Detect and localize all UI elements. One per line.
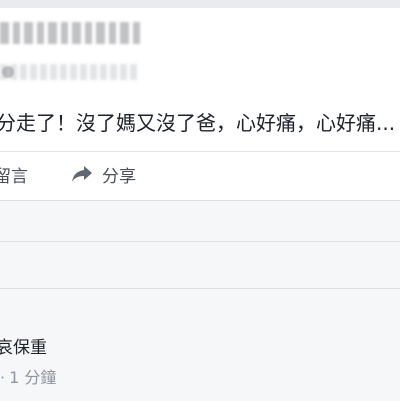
comment-input-section[interactable] bbox=[0, 241, 400, 288]
comment-time-label: 1 分鐘 bbox=[9, 368, 57, 387]
post-meta-blurred bbox=[0, 64, 140, 80]
comment-text: 哀保重 bbox=[0, 338, 47, 358]
post-text: 分走了！沒了媽又沒了爸，心好痛，心好痛... bbox=[0, 111, 396, 135]
reactions-section bbox=[0, 200, 400, 241]
share-icon bbox=[72, 166, 92, 182]
share-button-label: 分享 bbox=[102, 166, 136, 187]
share-button[interactable]: 分享 bbox=[70, 158, 136, 190]
comment-timestamp[interactable]: · 1 分鐘 bbox=[0, 366, 56, 390]
author-name-blurred[interactable] bbox=[0, 22, 140, 44]
separator-dot: · bbox=[0, 368, 6, 387]
post-divider bbox=[0, 151, 400, 152]
comments-list bbox=[0, 288, 400, 401]
comment-button-label: 留言 bbox=[0, 166, 28, 187]
privacy-globe-icon bbox=[2, 66, 14, 78]
comment-button[interactable]: 留言 bbox=[0, 158, 28, 190]
